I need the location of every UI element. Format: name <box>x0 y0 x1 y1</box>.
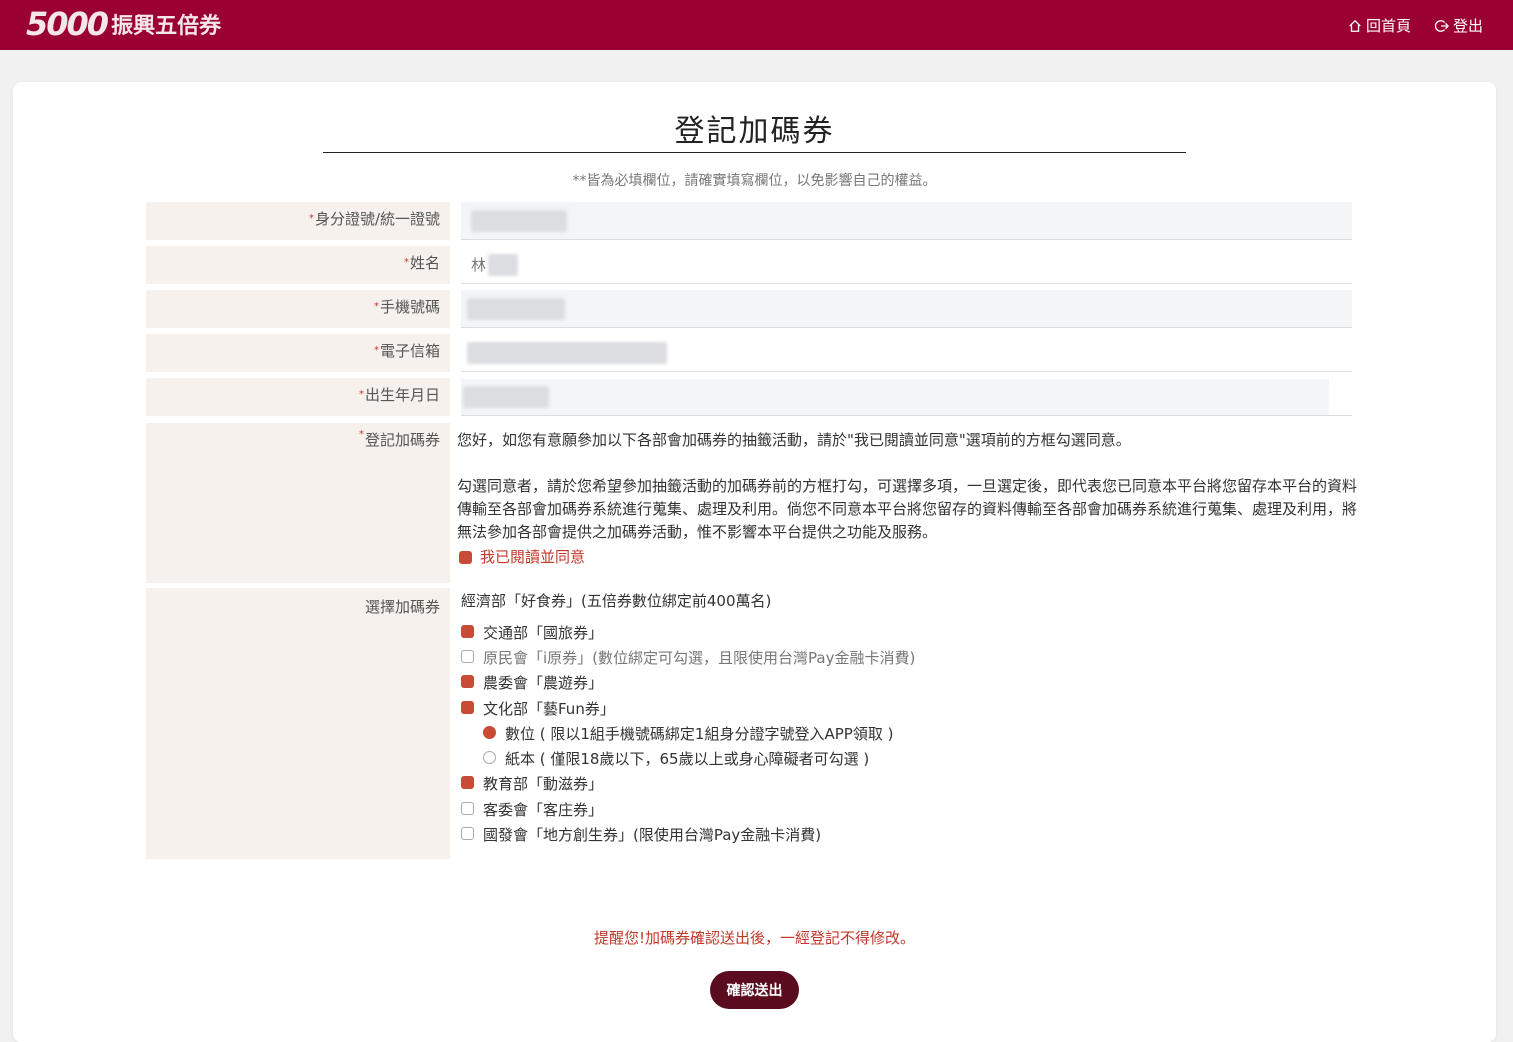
redacted-value <box>467 297 565 320</box>
consent-text-1: 您好，如您有意願參加以下各部會加碼券的抽籤活動，請於"我已閱讀並同意"選項前的方… <box>457 431 1131 449</box>
agri-checkbox[interactable] <box>461 675 474 688</box>
voucher-option-sports[interactable]: 教育部「動滋券」 <box>461 773 603 794</box>
birth-input[interactable] <box>461 378 1329 415</box>
home-link[interactable]: 回首頁 <box>1348 15 1411 36</box>
reminder-text: 提醒您!加碼券確認送出後，一經登記不得修改。 <box>593 929 915 947</box>
redacted-value <box>463 385 549 408</box>
name-label: *姓名 <box>146 246 450 284</box>
hakka-checkbox[interactable] <box>461 802 474 815</box>
voucher-option-travel[interactable]: 交通部「國旅券」 <box>461 622 603 643</box>
paper-radio[interactable] <box>483 751 496 764</box>
logo-number: 5000 <box>26 5 109 43</box>
sports-checkbox[interactable] <box>461 776 474 789</box>
consent-section: 您好，如您有意願參加以下各部會加碼券的抽籤活動，請於"我已閱讀並同意"選項前的方… <box>457 429 1357 569</box>
redacted-value <box>471 209 567 232</box>
email-label: *電子信箱 <box>146 334 450 372</box>
top-nav: 回首頁 登出 <box>1348 15 1483 36</box>
name-value: 林 <box>471 256 487 274</box>
required-note: **皆為必填欄位，請確實填寫欄位，以免影響自己的權益。 <box>572 173 937 189</box>
select-label: 選擇加碼券 <box>146 588 450 859</box>
arts-option-digital[interactable]: 數位 ( 限以1組手機號碼綁定1組身分證字號登入APP領取 ) <box>483 723 893 744</box>
phone-label: *手機號碼 <box>146 290 450 328</box>
voucher-option-local[interactable]: 國發會「地方創生券」(限使用台灣Pay金融卡消費) <box>461 824 821 845</box>
id-field[interactable] <box>461 202 1352 240</box>
phone-field[interactable] <box>461 290 1352 328</box>
agree-checkbox[interactable] <box>459 551 472 564</box>
email-field[interactable] <box>461 334 1352 372</box>
travel-checkbox[interactable] <box>461 625 474 638</box>
local-checkbox[interactable] <box>461 827 474 840</box>
voucher-header: 經濟部「好食券」(五倍券數位綁定前400萬名) <box>461 592 772 610</box>
submit-button[interactable]: 確認送出 <box>710 971 799 1009</box>
logout-label: 登出 <box>1452 17 1483 35</box>
agree-label: 我已閱讀並同意 <box>480 548 586 566</box>
redacted-value <box>467 341 667 364</box>
logout-icon <box>1434 19 1449 32</box>
id-label: *身分證號/統一證號 <box>146 202 450 240</box>
logo-text: 振興五倍券 <box>111 14 222 39</box>
voucher-option-arts[interactable]: 文化部「藝Fun券」 <box>461 698 615 719</box>
digital-radio[interactable] <box>483 726 496 739</box>
arts-option-paper[interactable]: 紙本 ( 僅限18歲以下，65歲以上或身心障礙者可勾選 ) <box>483 748 869 769</box>
agree-option[interactable]: 我已閱讀並同意 <box>457 546 1357 569</box>
title-divider <box>323 152 1186 153</box>
logo[interactable]: 5000 振興五倍券 <box>26 4 221 44</box>
voucher-option-indigenous[interactable]: 原民會「i原券」(數位綁定可勾選，且限使用台灣Pay金融卡消費) <box>461 647 915 668</box>
home-icon <box>1349 19 1361 32</box>
consent-text-2: 勾選同意者，請於您希望參加抽籤活動的加碼券前的方框打勾，可選擇多項，一旦選定後，… <box>457 477 1358 541</box>
redacted-value <box>488 253 519 276</box>
voucher-option-hakka[interactable]: 客委會「客庄券」 <box>461 799 603 820</box>
home-label: 回首頁 <box>1365 17 1411 35</box>
page-title: 登記加碼券 <box>674 114 835 149</box>
voucher-option-agri[interactable]: 農委會「農遊券」 <box>461 672 603 693</box>
name-field[interactable]: 林 <box>461 246 1352 284</box>
arts-checkbox[interactable] <box>461 701 474 714</box>
indigenous-checkbox[interactable] <box>461 650 474 663</box>
form-card: 登記加碼券 **皆為必填欄位，請確實填寫欄位，以免影響自己的權益。 *身分證號/… <box>13 82 1496 1042</box>
register-label: *登記加碼券 <box>146 423 450 583</box>
birth-field[interactable] <box>461 378 1352 416</box>
logout-link[interactable]: 登出 <box>1434 15 1483 36</box>
header-bar: 5000 振興五倍券 回首頁 登出 <box>0 0 1513 50</box>
birth-label: *出生年月日 <box>146 378 450 416</box>
